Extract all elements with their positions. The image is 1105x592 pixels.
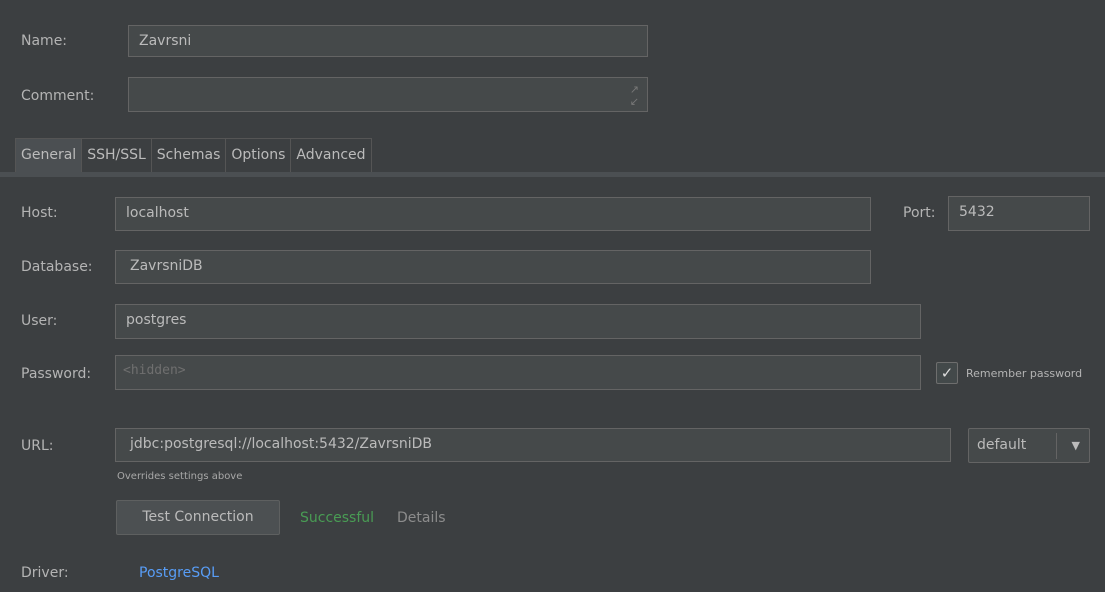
tab-options[interactable]: Options <box>225 138 292 173</box>
url-mode-dropdown[interactable]: default ▼ <box>968 428 1090 463</box>
name-label: Name: <box>21 33 68 49</box>
remember-password-label: Remember password <box>966 367 1083 380</box>
port-input[interactable]: 5432 <box>948 196 1090 231</box>
test-connection-button[interactable]: Test Connection <box>116 500 280 535</box>
overrides-note: Overrides settings above <box>117 471 243 482</box>
host-input[interactable]: localhost <box>115 197 871 231</box>
database-input[interactable]: ZavrsniDB <box>115 250 871 284</box>
database-label: Database: <box>21 259 93 275</box>
url-mode-value: default <box>977 437 1027 453</box>
host-label: Host: <box>21 205 58 221</box>
remember-password-checkbox[interactable]: ✓ <box>936 362 958 384</box>
dropdown-separator <box>1056 433 1057 459</box>
password-placeholder: <hidden> <box>123 363 186 378</box>
tab-schemas[interactable]: Schemas <box>150 138 227 173</box>
chevron-down-icon[interactable]: ▼ <box>1072 429 1080 462</box>
comment-label: Comment: <box>21 88 95 104</box>
details-link[interactable]: Details <box>397 508 446 528</box>
tab-ssh-ssl[interactable]: SSH/SSL <box>81 138 152 173</box>
password-input[interactable]: <hidden> <box>115 355 921 390</box>
url-input[interactable]: jdbc:postgresql://localhost:5432/Zavrsni… <box>115 428 951 462</box>
driver-link[interactable]: PostgreSQL <box>139 563 219 583</box>
tab-bar: General SSH/SSL Schemas Options Advanced <box>15 138 372 173</box>
password-label: Password: <box>21 366 92 382</box>
user-label: User: <box>21 313 58 329</box>
url-label: URL: <box>21 438 54 454</box>
port-label: Port: <box>903 205 936 221</box>
user-input[interactable]: postgres <box>115 304 921 339</box>
tab-advanced[interactable]: Advanced <box>290 138 372 173</box>
driver-label: Driver: <box>21 565 69 581</box>
check-icon: ✓ <box>940 364 954 382</box>
tab-divider <box>0 172 1105 177</box>
name-input[interactable]: Zavrsni <box>128 25 648 57</box>
tab-general[interactable]: General <box>15 138 83 173</box>
comment-input[interactable]: ↗ ↙ <box>128 77 648 112</box>
test-status: Successful <box>300 510 375 526</box>
expand-icon[interactable]: ↗ ↙ <box>630 84 639 108</box>
